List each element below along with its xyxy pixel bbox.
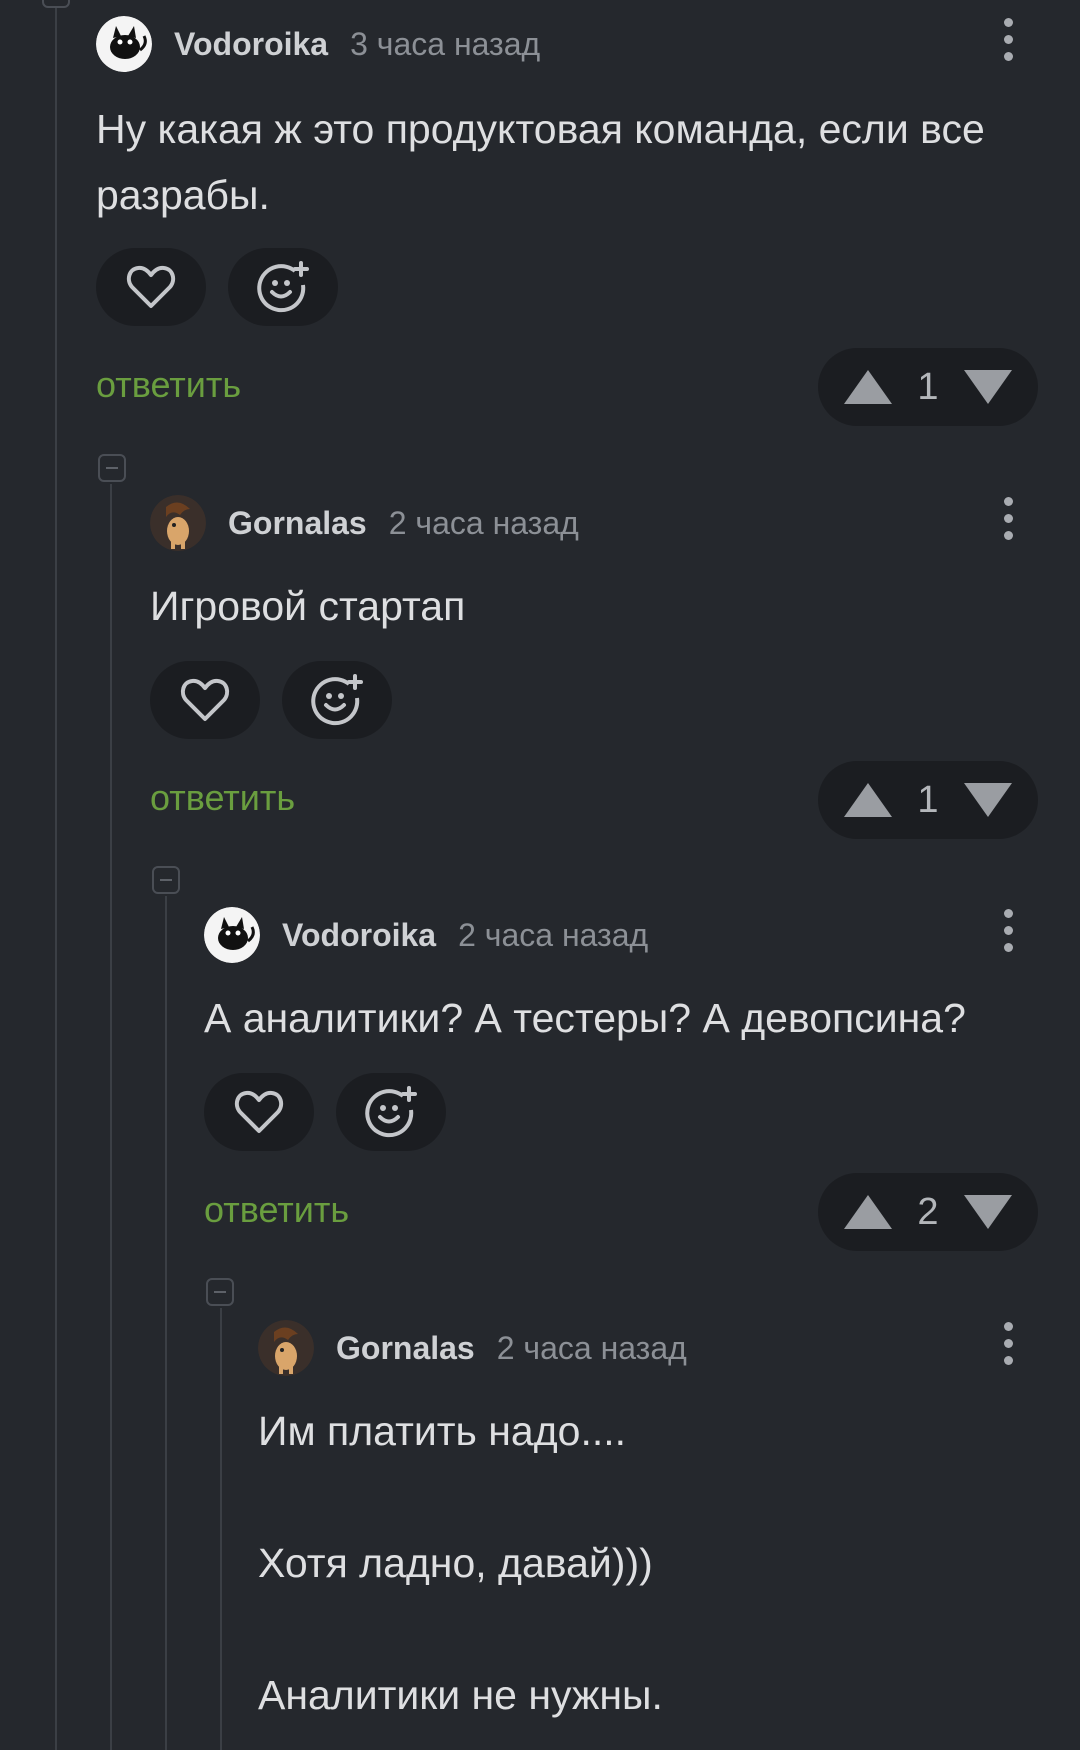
comment-text: А аналитики? А тестеры? А девопсина? <box>204 995 966 1041</box>
comment-text: Ну какая ж это продуктовая команда, если… <box>96 106 997 218</box>
like-button[interactable] <box>204 1073 314 1151</box>
more-vertical-icon[interactable] <box>1002 497 1014 549</box>
rating-count: 1 <box>917 778 939 821</box>
upvote-button[interactable] <box>844 370 892 404</box>
comment: Vodoroika 3 часа назад Ну какая ж это пр… <box>96 14 1080 426</box>
cat-avatar-icon[interactable] <box>204 907 260 963</box>
pony-avatar-icon[interactable] <box>258 1320 314 1376</box>
upvote-button[interactable] <box>844 1195 892 1229</box>
comment-header: Vodoroika 2 часа назад <box>204 905 648 965</box>
rating-count: 2 <box>917 1190 939 1233</box>
downvote-button[interactable] <box>963 1195 1012 1229</box>
reply-link[interactable]: ответить <box>96 364 241 406</box>
comment-header: Gornalas 2 часа назад <box>150 493 579 553</box>
add-reaction-button[interactable] <box>282 661 392 739</box>
comment-header: Vodoroika 3 часа назад <box>96 14 540 74</box>
comment-time: 2 часа назад <box>496 1329 687 1366</box>
add-reaction-button[interactable] <box>336 1073 446 1151</box>
comment-author[interactable]: Gornalas <box>228 505 367 542</box>
downvote-button[interactable] <box>963 370 1012 404</box>
thread-line-level-4 <box>220 1308 222 1750</box>
heart-icon <box>180 678 230 721</box>
like-button[interactable] <box>96 248 206 326</box>
collapse-thread-level-1-top[interactable] <box>42 0 70 8</box>
heart-icon <box>126 265 176 308</box>
comment-time: 2 часа назад <box>388 504 579 541</box>
heart-icon <box>234 1090 284 1133</box>
comment-text: Игровой стартап <box>150 583 466 629</box>
more-vertical-icon[interactable] <box>1002 909 1014 961</box>
comment: Gornalas 2 часа назад Им платить надо...… <box>258 1318 1080 1750</box>
comment: Gornalas 2 часа назад Игровой стартап от… <box>150 493 1080 843</box>
more-vertical-icon[interactable] <box>1002 1322 1014 1374</box>
emoji-add-icon <box>365 1086 417 1138</box>
thread-line-level-2 <box>110 484 112 1750</box>
rating-control: 2 <box>818 1173 1038 1251</box>
collapse-thread-level-4[interactable] <box>206 1278 234 1306</box>
comment-header: Gornalas 2 часа назад <box>258 1318 687 1378</box>
comment-author[interactable]: Vodoroika <box>282 917 436 954</box>
reply-link[interactable]: ответить <box>204 1189 349 1231</box>
comment-time: 2 часа назад <box>458 916 649 953</box>
reply-link[interactable]: ответить <box>150 777 295 819</box>
comment-time: 3 часа назад <box>350 25 541 62</box>
comment-text: Им платить надо.... Хотя ладно, давай)))… <box>258 1408 663 1718</box>
like-button[interactable] <box>150 661 260 739</box>
rating-control: 1 <box>818 348 1038 426</box>
pony-avatar-icon[interactable] <box>150 495 206 551</box>
thread-line-level-1 <box>55 0 57 1750</box>
comment: Vodoroika 2 часа назад А аналитики? А те… <box>204 905 1080 1255</box>
emoji-add-icon <box>257 261 309 313</box>
comment-author[interactable]: Gornalas <box>336 1330 475 1367</box>
thread-line-level-3 <box>165 896 167 1750</box>
rating-count: 1 <box>917 365 939 408</box>
upvote-button[interactable] <box>844 783 892 817</box>
emoji-add-icon <box>311 674 363 726</box>
collapse-thread-level-2[interactable] <box>98 454 126 482</box>
cat-avatar-icon[interactable] <box>96 16 152 72</box>
add-reaction-button[interactable] <box>228 248 338 326</box>
downvote-button[interactable] <box>963 783 1012 817</box>
collapse-thread-level-3[interactable] <box>152 866 180 894</box>
more-vertical-icon[interactable] <box>1002 18 1014 70</box>
comment-author[interactable]: Vodoroika <box>174 26 328 63</box>
rating-control: 1 <box>818 761 1038 839</box>
